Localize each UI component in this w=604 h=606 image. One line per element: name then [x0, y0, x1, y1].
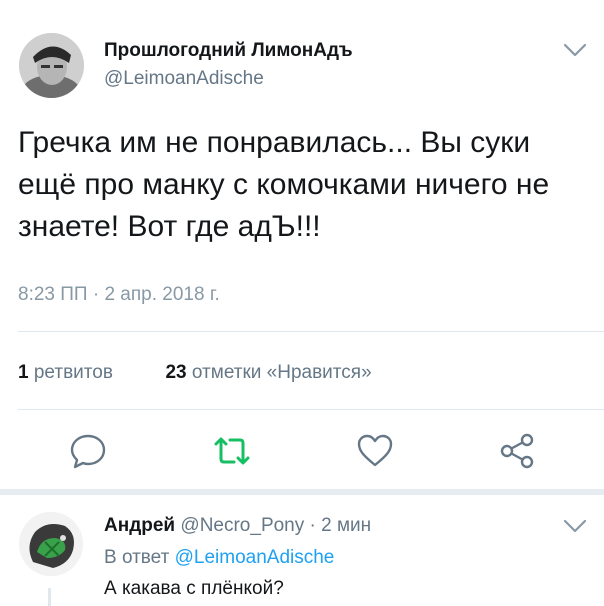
in-reply-to-handle[interactable]: @LeimoanAdische	[175, 547, 335, 568]
reply-author-avatar[interactable]	[19, 512, 83, 576]
tweet-stats: 1 ретвитов 23 отметки «Нравится»	[18, 362, 372, 384]
reply-text: А какава с плёнкой?	[104, 578, 284, 599]
reply-button[interactable]	[68, 431, 108, 471]
reply-author-name[interactable]: Андрей	[104, 515, 175, 536]
author-name[interactable]: Прошлогодний ЛимонАдъ	[104, 40, 353, 62]
author-handle[interactable]: @LeimoanAdische	[104, 68, 264, 90]
share-icon	[500, 433, 534, 469]
reply-header: Андрей @Necro_Pony · 2 мин	[104, 515, 371, 537]
reply-time[interactable]: 2 мин	[321, 515, 371, 536]
in-reply-to: В ответ @LeimoanAdische	[104, 547, 334, 569]
tweet-timestamp[interactable]: 8:23 ПП · 2 апр. 2018 г.	[18, 284, 220, 306]
likes-label[interactable]: отметки «Нравится»	[192, 362, 372, 383]
author-avatar[interactable]	[19, 33, 84, 98]
share-button[interactable]	[497, 431, 537, 471]
divider	[18, 409, 604, 410]
heart-icon	[357, 434, 393, 467]
retweet-button[interactable]	[212, 431, 252, 471]
in-reply-to-label: В ответ	[104, 547, 170, 568]
likes-count[interactable]: 23	[165, 362, 186, 383]
divider	[18, 331, 604, 332]
retweets-count[interactable]: 1	[18, 362, 29, 383]
thread-line	[48, 588, 51, 606]
tweet-text: Гречка им не понравилась... Вы суки ещё …	[18, 126, 550, 243]
reply-menu-chevron-icon[interactable]	[562, 516, 588, 536]
speech-bubble-icon	[70, 434, 106, 469]
reply-author-handle[interactable]: @Necro_Pony	[180, 515, 304, 536]
section-divider	[0, 489, 604, 495]
meta-separator: ·	[309, 515, 316, 536]
retweets-label[interactable]: ретвитов	[34, 362, 113, 383]
like-button[interactable]	[355, 431, 395, 471]
tweet-menu-chevron-icon[interactable]	[562, 40, 588, 60]
retweet-icon	[214, 437, 250, 465]
